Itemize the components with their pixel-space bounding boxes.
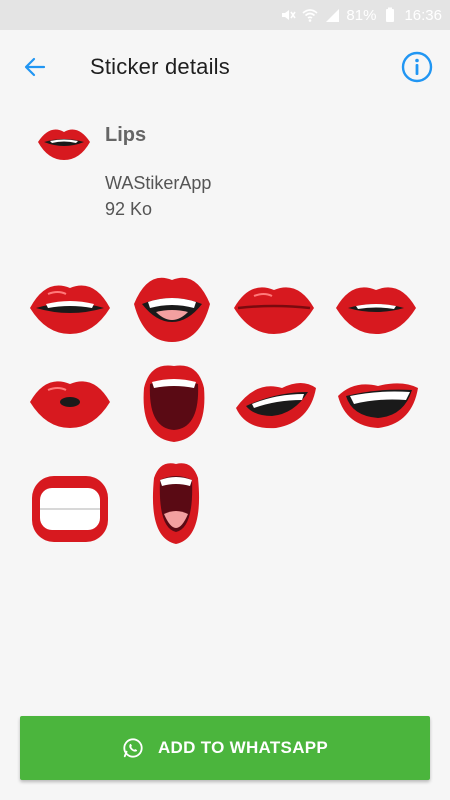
app-bar: Sticker details (0, 30, 450, 102)
clock: 16:36 (404, 6, 442, 24)
sticker-lips-bite-teeth[interactable] (128, 264, 216, 352)
page-title: Sticker details (90, 54, 230, 79)
mouth-open-shout-image (143, 365, 205, 442)
whatsapp-icon (123, 738, 143, 758)
pack-name: Lips (105, 124, 147, 146)
sticker-lips-grin[interactable] (334, 358, 422, 446)
sticker-lips-smirk[interactable] (232, 358, 320, 446)
status-bar: 81% 16:36 (0, 0, 450, 30)
lips-smile-teeth-image (30, 285, 110, 334)
sticker-mouth-open-scream[interactable] (132, 458, 220, 546)
pack-tray-icon (36, 118, 92, 168)
pack-publisher: WAStikerApp (105, 173, 212, 193)
signal-icon (324, 7, 340, 23)
lips-wide-grin-image (32, 476, 108, 542)
sticker-lips-closed[interactable] (230, 264, 318, 352)
info-button[interactable] (400, 50, 434, 84)
sticker-mouth-open-shout[interactable] (130, 358, 218, 446)
back-button[interactable] (18, 50, 52, 84)
sticker-lips-teeth-pout[interactable] (332, 264, 420, 352)
add-to-whatsapp-label: ADD TO WHATSAPP (157, 738, 329, 757)
sticker-lips-kiss[interactable] (26, 358, 114, 446)
lips-kiss-image (30, 381, 110, 428)
lips-bite-teeth-image (134, 277, 210, 342)
lips-smirk-image (236, 383, 316, 429)
arrow-left-icon (24, 57, 46, 77)
mouth-open-scream-image (152, 463, 200, 544)
info-icon (401, 51, 433, 83)
sticker-lips-wide-grin[interactable] (26, 466, 114, 554)
wifi-icon (302, 7, 318, 23)
battery-icon (382, 7, 398, 23)
add-to-whatsapp-button[interactable]: ADD TO WHATSAPP (20, 716, 430, 780)
pack-size: 92 Ko (105, 199, 153, 219)
sticker-lips-smile-teeth[interactable] (26, 264, 114, 352)
battery-percent: 81% (346, 6, 377, 24)
lips-closed-image (234, 287, 314, 334)
lips-teeth-pout-image (336, 287, 416, 334)
mute-icon (280, 7, 297, 23)
lips-grin-image (338, 383, 418, 428)
